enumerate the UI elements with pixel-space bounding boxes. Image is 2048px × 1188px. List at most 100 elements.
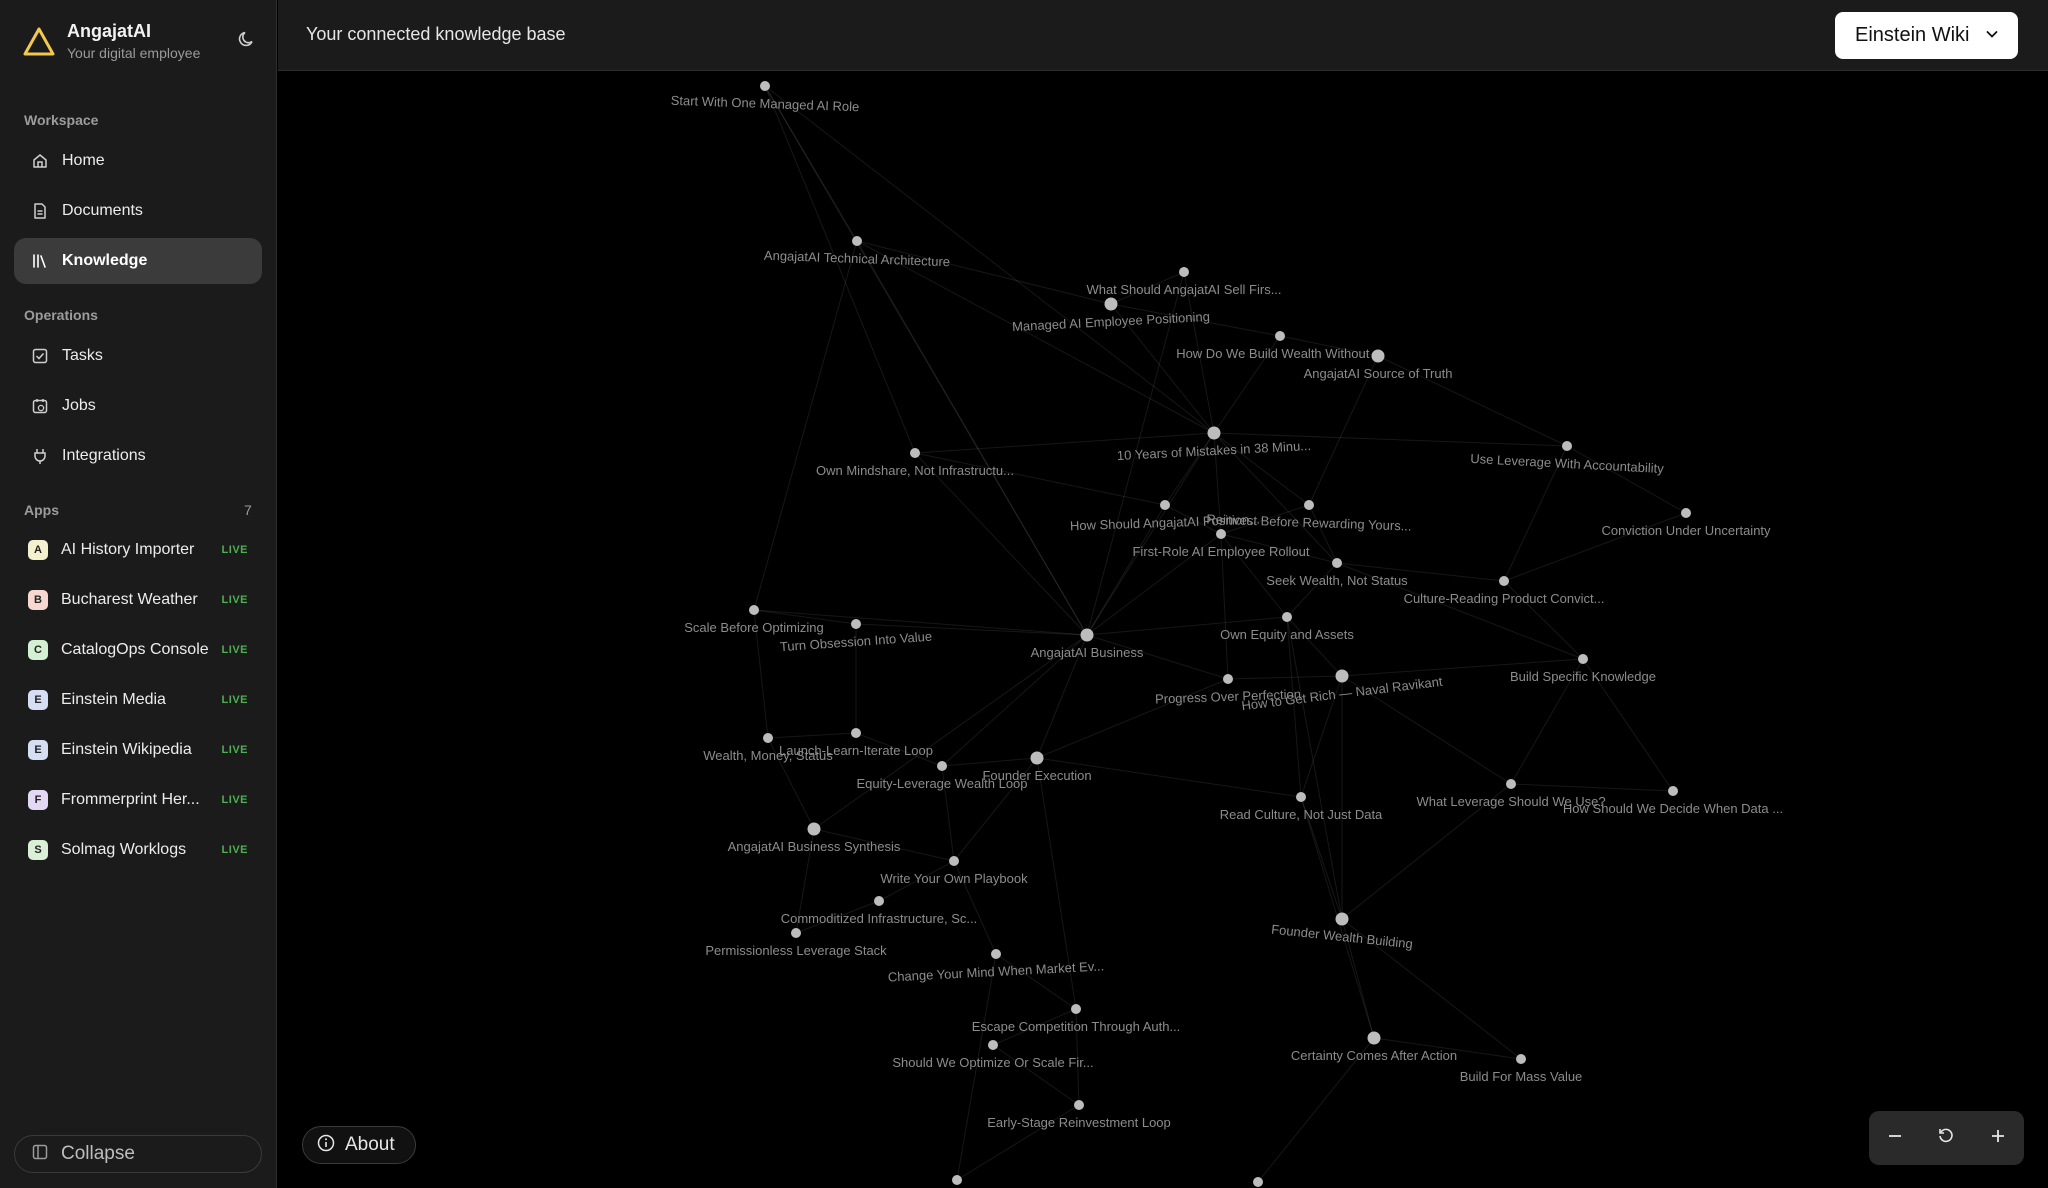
graph-node[interactable]: Certainty Comes After Action xyxy=(1291,1031,1457,1064)
collapse-button[interactable]: Collapse xyxy=(14,1135,262,1173)
graph-node[interactable]: Play Long-Term Games xyxy=(889,1175,1026,1188)
graph-node[interactable]: Should We Optimize Or Scale Fir... xyxy=(892,1040,1094,1070)
graph-node-dot[interactable] xyxy=(1332,558,1342,568)
graph-node[interactable]: Read Culture, Not Just Data xyxy=(1220,792,1383,822)
graph-node-dot[interactable] xyxy=(1335,669,1349,683)
sidebar-item-integrations[interactable]: Integrations xyxy=(14,433,262,479)
knowledge-graph[interactable]: Start With One Managed AI Role AngajatAI … xyxy=(278,72,2048,1188)
graph-node-dot[interactable] xyxy=(1578,654,1588,664)
zoom-out-button[interactable] xyxy=(1877,1120,1913,1156)
graph-node[interactable]: AngajatAI Technical Architecture xyxy=(764,236,951,269)
graph-node[interactable]: Conviction Under Uncertainty xyxy=(1601,508,1771,538)
graph-node-dot[interactable] xyxy=(1216,529,1226,539)
app-item-bucharest-weather[interactable]: B Bucharest Weather LIVE xyxy=(14,577,262,623)
graph-node-dot[interactable] xyxy=(1371,349,1385,363)
graph-node-label: AngajatAI Business xyxy=(1031,645,1144,660)
graph-node[interactable]: Launch-Learn-Iterate Loop xyxy=(779,728,933,758)
graph-node-dot[interactable] xyxy=(851,619,861,629)
graph-node-dot[interactable] xyxy=(1223,674,1233,684)
graph-node-dot[interactable] xyxy=(1516,1054,1526,1064)
graph-node[interactable]: What Should AngajatAI Sell Firs... xyxy=(1086,267,1282,297)
app-item-einstein-media[interactable]: E Einstein Media LIVE xyxy=(14,677,262,723)
graph-node-dot[interactable] xyxy=(1681,508,1691,518)
graph-node-dot[interactable] xyxy=(1179,267,1189,277)
graph-node[interactable]: Change Your Mind When Market Ev... xyxy=(887,949,1104,985)
graph-node[interactable]: AngajatAI Business Synthesis xyxy=(728,822,901,855)
graph-node[interactable]: Scale Before Optimizing xyxy=(684,605,824,635)
app-item-frommerprint[interactable]: F Frommerprint Her... LIVE xyxy=(14,777,262,823)
graph-node-dot[interactable] xyxy=(1275,331,1285,341)
graph-node-dot[interactable] xyxy=(1207,426,1221,440)
graph-node[interactable] xyxy=(1253,1177,1263,1187)
graph-node-dot[interactable] xyxy=(1080,628,1094,642)
graph-node-dot[interactable] xyxy=(1499,576,1509,586)
graph-node[interactable]: Build Specific Knowledge xyxy=(1510,654,1656,684)
graph-node[interactable]: Build For Mass Value xyxy=(1460,1054,1583,1084)
graph-node[interactable]: Seek Wealth, Not Status xyxy=(1266,558,1408,588)
graph-node-dot[interactable] xyxy=(760,81,770,91)
graph-node-dot[interactable] xyxy=(988,1040,998,1050)
graph-node-dot[interactable] xyxy=(1282,612,1292,622)
graph-node[interactable]: Founder Wealth Building xyxy=(1271,912,1414,952)
graph-node-dot[interactable] xyxy=(807,822,821,836)
graph-edge xyxy=(1510,783,1674,792)
app-item-ai-history-importer[interactable]: A AI History Importer LIVE xyxy=(14,527,262,573)
graph-node-dot[interactable] xyxy=(1074,1100,1084,1110)
graph-node-dot[interactable] xyxy=(910,448,920,458)
sidebar-item-documents[interactable]: Documents xyxy=(14,188,262,234)
graph-node[interactable]: Commoditized Infrastructure, Sc... xyxy=(781,896,978,926)
graph-node-dot[interactable] xyxy=(1160,500,1170,510)
graph-node-dot[interactable] xyxy=(1304,500,1314,510)
graph-node-dot[interactable] xyxy=(1562,441,1572,451)
sidebar-item-home[interactable]: Home xyxy=(14,138,262,184)
graph-node[interactable]: How Should We Decide When Data ... xyxy=(1563,786,1783,816)
graph-node-dot[interactable] xyxy=(1367,1031,1381,1045)
graph-node-dot[interactable] xyxy=(874,896,884,906)
knowledge-graph-canvas[interactable]: Start With One Managed AI Role AngajatAI … xyxy=(278,72,2048,1188)
graph-node-dot[interactable] xyxy=(791,928,801,938)
graph-node[interactable]: Use Leverage With Accountability xyxy=(1470,441,1665,476)
graph-node[interactable]: Culture-Reading Product Convict... xyxy=(1404,576,1605,606)
graph-node-dot[interactable] xyxy=(1668,786,1678,796)
graph-node-dot[interactable] xyxy=(991,949,1001,959)
graph-node-label: Write Your Own Playbook xyxy=(880,871,1028,886)
reset-zoom-button[interactable] xyxy=(1928,1120,1964,1156)
graph-node-dot[interactable] xyxy=(952,1175,962,1185)
graph-node-dot[interactable] xyxy=(1071,1004,1081,1014)
app-item-solmag-worklogs[interactable]: S Solmag Worklogs LIVE xyxy=(14,827,262,873)
graph-node-dot[interactable] xyxy=(1104,297,1118,311)
graph-node-dot[interactable] xyxy=(852,236,862,246)
app-item-einstein-wikipedia[interactable]: E Einstein Wikipedia LIVE xyxy=(14,727,262,773)
graph-node-dot[interactable] xyxy=(763,733,773,743)
sidebar-item-jobs[interactable]: Jobs xyxy=(14,383,262,429)
graph-node[interactable]: Permissionless Leverage Stack xyxy=(705,928,887,958)
theme-toggle-button[interactable] xyxy=(234,28,260,54)
zoom-in-button[interactable] xyxy=(1980,1120,2016,1156)
app-item-catalogops-console[interactable]: C CatalogOps Console LIVE xyxy=(14,627,262,673)
graph-node[interactable]: Early-Stage Reinvestment Loop xyxy=(987,1100,1171,1130)
graph-node-dot[interactable] xyxy=(1253,1177,1263,1187)
moon-icon xyxy=(238,30,256,53)
graph-node[interactable]: First-Role AI Employee Rollout xyxy=(1132,529,1310,559)
graph-node-dot[interactable] xyxy=(1296,792,1306,802)
sidebar-item-knowledge[interactable]: Knowledge xyxy=(14,238,262,284)
graph-node-dot[interactable] xyxy=(1335,912,1349,926)
graph-node[interactable]: 10 Years of Mistakes in 38 Minu... xyxy=(1117,426,1312,464)
graph-node[interactable]: How Do We Build Wealth Without ... xyxy=(1176,331,1384,361)
graph-node[interactable]: Founder Execution xyxy=(982,751,1092,784)
graph-node[interactable]: Escape Competition Through Auth... xyxy=(972,1004,1181,1034)
graph-node[interactable]: Start With One Managed AI Role xyxy=(671,81,860,114)
graph-node[interactable]: Managed AI Employee Positioning xyxy=(1012,297,1211,335)
sidebar-item-tasks[interactable]: Tasks xyxy=(14,333,262,379)
graph-node[interactable]: Own Equity and Assets xyxy=(1220,612,1354,642)
knowledge-base-selector[interactable]: Einstein Wiki xyxy=(1835,12,2018,59)
graph-node[interactable]: Write Your Own Playbook xyxy=(880,856,1028,886)
graph-node-dot[interactable] xyxy=(1030,751,1044,765)
graph-node-dot[interactable] xyxy=(949,856,959,866)
graph-node-dot[interactable] xyxy=(749,605,759,615)
graph-node-dot[interactable] xyxy=(851,728,861,738)
about-button[interactable]: About xyxy=(302,1126,416,1164)
graph-node[interactable]: Own Mindshare, Not Infrastructu... xyxy=(816,448,1014,478)
graph-node-dot[interactable] xyxy=(1506,779,1516,789)
graph-node-dot[interactable] xyxy=(937,761,947,771)
